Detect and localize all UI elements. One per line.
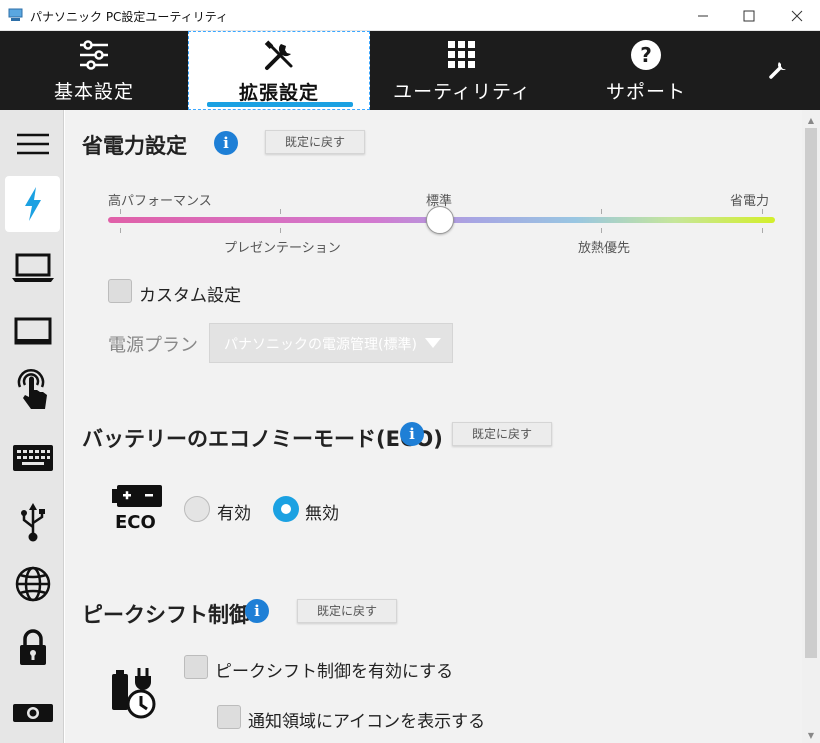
peak-reset-button[interactable]: 既定に戻す — [297, 599, 397, 623]
scroll-thumb[interactable] — [805, 128, 817, 658]
slider-tick — [120, 209, 121, 214]
eco-disable-radio[interactable] — [273, 496, 299, 522]
peak-shift-icon — [111, 664, 159, 720]
app-icon — [8, 8, 23, 21]
scroll-down-arrow-icon[interactable]: ▼ — [802, 727, 820, 743]
eco-enable-label: 有効 — [217, 504, 251, 524]
peak-shift-enable-label: ピークシフト制御を有効にする — [215, 662, 454, 682]
scroll-up-arrow-icon[interactable]: ▲ — [802, 112, 820, 128]
slider-tick — [120, 228, 121, 233]
sidebar-item-usb[interactable] — [5, 494, 60, 550]
sidebar-item-display[interactable] — [5, 304, 60, 360]
power-plan-value: パナソニックの電源管理(標準) — [224, 337, 417, 353]
eco-mode-title: バッテリーのエコノミーモード(ECO) — [82, 427, 443, 451]
tray-icon-label: 通知領域にアイコンを表示する — [248, 712, 486, 732]
eco-reset-button[interactable]: 既定に戻す — [452, 422, 552, 446]
slider-tick — [762, 209, 763, 214]
keyboard-icon — [12, 445, 53, 471]
eco-battery-icon: ECO — [112, 485, 162, 535]
eco-icon-text: ECO — [115, 512, 156, 533]
slider-tick — [601, 209, 602, 214]
slider-tick — [280, 228, 281, 233]
power-settings-title: 省電力設定 — [82, 134, 187, 158]
sidebar-item-touch[interactable] — [5, 360, 60, 416]
sliders-icon — [77, 39, 111, 71]
laptop-icon — [11, 253, 54, 282]
title-bar: パナソニック PC設定ユーティリティ — [0, 0, 820, 31]
active-tab-indicator — [207, 102, 353, 107]
display-icon — [14, 317, 51, 345]
svg-text:?: ? — [640, 43, 652, 67]
slider-label-high-performance: 高パフォーマンス — [108, 194, 212, 209]
category-sidebar — [0, 110, 64, 743]
slider-tick — [601, 228, 602, 233]
sidebar-item-menu[interactable] — [5, 116, 60, 172]
tab-label: 拡張設定 — [238, 82, 319, 104]
custom-settings-label: カスタム設定 — [139, 286, 241, 306]
sidebar-item-security[interactable] — [5, 620, 60, 676]
info-icon[interactable]: i — [400, 422, 424, 446]
tab-basic-settings[interactable]: 基本設定 — [0, 31, 188, 110]
window-title: パナソニック PC設定ユーティリティ — [30, 10, 228, 24]
sidebar-item-network[interactable] — [5, 556, 60, 612]
custom-settings-checkbox[interactable] — [108, 279, 132, 303]
info-icon[interactable]: i — [214, 131, 238, 155]
sidebar-item-keyboard[interactable] — [5, 430, 60, 486]
vertical-scrollbar[interactable]: ▲ ▼ — [802, 110, 820, 743]
settings-panel: 省電力設定 i 既定に戻す 高パフォーマンス 標準 省電力 プレゼンテーション … — [65, 110, 802, 743]
question-icon: ? — [629, 39, 663, 71]
power-plan-select[interactable]: パナソニックの電源管理(標準) — [209, 323, 453, 363]
chevron-down-icon — [414, 324, 452, 362]
minimize-button[interactable] — [680, 0, 726, 31]
peak-shift-title: ピークシフト制御 — [82, 603, 250, 627]
info-icon[interactable]: i — [245, 599, 269, 623]
power-plan-label: 電源プラン — [108, 335, 198, 356]
tools-icon — [262, 40, 296, 72]
power-mode-slider-thumb[interactable] — [426, 206, 454, 234]
power-reset-button[interactable]: 既定に戻す — [265, 130, 365, 154]
globe-icon — [15, 566, 50, 602]
grid-icon — [445, 39, 479, 71]
projector-icon — [12, 704, 53, 722]
slider-tick — [280, 209, 281, 214]
sidebar-item-laptop[interactable] — [5, 240, 60, 296]
tab-extended-settings[interactable]: 拡張設定 — [188, 31, 370, 110]
close-button[interactable] — [774, 0, 820, 31]
wrench-icon — [762, 53, 796, 85]
slider-label-cooling-priority: 放熱優先 — [578, 241, 631, 256]
tab-label: サポート — [605, 81, 686, 103]
main-tab-bar: 基本設定 拡張設定 ユーティリティ ? サポート — [0, 31, 820, 110]
slider-label-power-saving: 省電力 — [730, 194, 770, 209]
sidebar-item-projector[interactable] — [5, 684, 60, 740]
maximize-button[interactable] — [726, 0, 772, 31]
sidebar-item-power[interactable] — [5, 176, 60, 232]
tab-utility[interactable]: ユーティリティ — [370, 31, 554, 110]
peak-shift-enable-checkbox[interactable] — [184, 655, 208, 679]
tab-label: ユーティリティ — [393, 81, 531, 103]
slider-label-presentation: プレゼンテーション — [224, 241, 341, 256]
eco-disable-label: 無効 — [305, 504, 339, 524]
menu-icon — [16, 133, 49, 155]
usb-icon — [20, 503, 45, 542]
tab-support[interactable]: ? サポート — [554, 31, 738, 110]
touch-icon — [17, 369, 47, 409]
power-icon — [24, 187, 41, 221]
eco-enable-radio[interactable] — [184, 496, 210, 522]
tab-label: 基本設定 — [53, 81, 134, 103]
slider-tick — [762, 228, 763, 233]
tab-wrench[interactable] — [738, 31, 820, 110]
tray-icon-checkbox[interactable] — [217, 705, 241, 729]
lock-icon — [19, 629, 46, 665]
